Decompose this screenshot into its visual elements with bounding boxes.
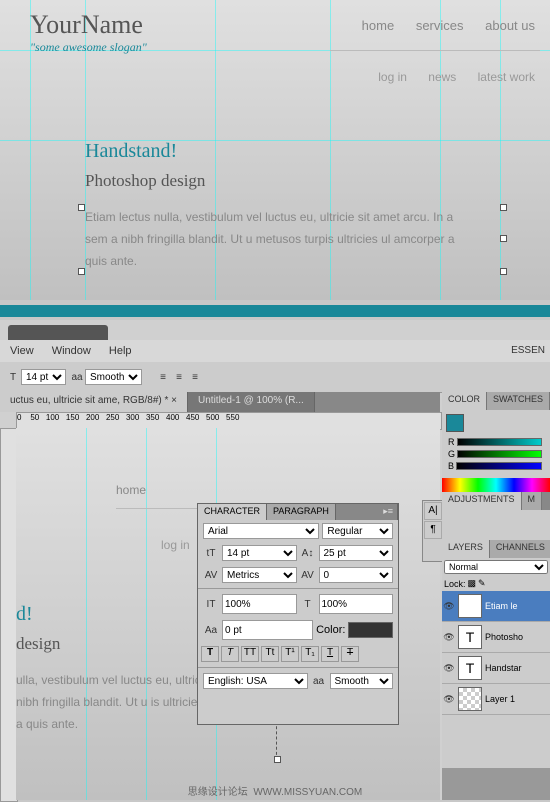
visibility-icon[interactable]: 👁	[443, 694, 455, 705]
nav2-login: log in	[161, 538, 190, 552]
watermark: 思缘设计论坛 WWW.MISSYUAN.COM	[0, 783, 550, 798]
headline: Handstand!	[85, 140, 465, 163]
doc-tab-2[interactable]: Untitled-1 @ 100% (R...	[188, 392, 315, 412]
align-center-icon[interactable]: ≡	[171, 372, 187, 383]
super-button[interactable]: T¹	[281, 646, 299, 662]
aa-label: aa	[69, 372, 85, 383]
fg-swatch[interactable]	[446, 414, 464, 432]
nav-news[interactable]: news	[428, 70, 456, 84]
g-slider[interactable]	[457, 450, 542, 458]
nav-about[interactable]: about us	[485, 18, 535, 33]
font-size-icon: T	[5, 372, 21, 383]
nav2-home: home	[116, 483, 146, 497]
logo-slogan: "some awesome slogan"	[30, 40, 147, 55]
align-right-icon[interactable]: ≡	[187, 372, 203, 383]
subheadline: Photoshop design	[85, 171, 465, 191]
menu-view[interactable]: View	[10, 345, 34, 357]
nav-secondary: log in news latest work	[360, 70, 535, 84]
content-block: Handstand! Photoshop design Etiam lectus…	[85, 140, 465, 272]
panel-icon-1[interactable]: A|	[424, 502, 442, 520]
divider-band	[0, 305, 550, 317]
hscale-input[interactable]	[319, 594, 394, 614]
visibility-icon[interactable]: 👁	[443, 601, 455, 612]
titlebar	[8, 325, 108, 340]
character-panel[interactable]: CHARACTER PARAGRAPH ▸≡ ArialRegular tT14…	[197, 503, 399, 725]
tab-masks[interactable]: M	[522, 492, 543, 510]
leading-select[interactable]: 25 pt	[319, 545, 394, 561]
color-label: Color:	[316, 624, 345, 636]
logo: YourName "some awesome slogan"	[30, 10, 147, 55]
caps-button[interactable]: TT	[241, 646, 259, 662]
nav-login[interactable]: log in	[378, 70, 407, 84]
aa-icon: aa	[311, 676, 327, 687]
nav-work[interactable]: latest work	[478, 70, 535, 84]
menu-help[interactable]: Help	[109, 345, 132, 357]
design-canvas-top: YourName "some awesome slogan" home serv…	[0, 0, 550, 300]
underline-button[interactable]: T	[321, 646, 339, 662]
smallcaps-button[interactable]: Tt	[261, 646, 279, 662]
panel-menu-icon[interactable]: ▸≡	[379, 504, 398, 520]
nav-main: home services about us	[344, 18, 535, 33]
language-select[interactable]: English: USA	[203, 673, 308, 689]
body-text[interactable]: Etiam lectus nulla, vestibulum vel luctu…	[85, 206, 465, 272]
logo-name: YourName	[30, 10, 147, 40]
leading-icon: A↕	[300, 548, 316, 559]
tab-color[interactable]: COLOR	[442, 392, 487, 410]
hue-ramp[interactable]	[442, 478, 550, 492]
color-swatch[interactable]	[348, 622, 393, 638]
lock-trans-icon[interactable]: ▩	[468, 578, 477, 589]
nav-home[interactable]: home	[362, 18, 395, 33]
kerning-select[interactable]: Metrics	[222, 567, 297, 583]
tab-channels[interactable]: CHANNELS	[490, 540, 550, 558]
panels-dock[interactable]: COLORSWATCHES R G B ADJUSTMENTSM LAYERSC…	[442, 392, 550, 800]
tracking-icon: AV	[300, 570, 316, 581]
visibility-icon[interactable]: 👁	[443, 663, 455, 674]
b-slider[interactable]	[456, 462, 542, 470]
baseline-icon: Aa	[203, 625, 219, 636]
tracking-select[interactable]: 0	[319, 567, 394, 583]
workspace-switcher[interactable]: ESSEN	[511, 340, 545, 362]
aa-select-panel[interactable]: Smooth	[330, 673, 394, 689]
align-left-icon[interactable]: ≡	[155, 372, 171, 383]
font-family-select[interactable]: Arial	[203, 523, 319, 539]
baseline-input[interactable]	[222, 620, 313, 640]
collapsed-panel-icons[interactable]: A| ¶	[422, 500, 444, 562]
bold-button[interactable]: T	[201, 646, 219, 662]
sub-button[interactable]: T₁	[301, 646, 319, 662]
strike-button[interactable]: T	[341, 646, 359, 662]
visibility-icon[interactable]: 👁	[443, 632, 455, 643]
panel-icon-2[interactable]: ¶	[424, 521, 442, 539]
blend-mode-select[interactable]: Normal	[444, 560, 548, 574]
kerning-icon: AV	[203, 570, 219, 581]
tab-character[interactable]: CHARACTER	[198, 504, 267, 520]
size-select[interactable]: 14 pt	[222, 545, 297, 561]
layer-row-4[interactable]: 👁Layer 1	[442, 684, 550, 715]
options-bar[interactable]: T 14 pt aa Smooth ≡ ≡ ≡	[0, 362, 550, 393]
menu-window[interactable]: Window	[52, 345, 91, 357]
font-size-select[interactable]: 14 pt	[21, 369, 66, 385]
vscale-input[interactable]	[222, 594, 297, 614]
layer-row-1[interactable]: 👁TEtiam le	[442, 591, 550, 622]
hscale-icon: T	[300, 599, 316, 610]
vscale-icon: IT	[203, 599, 219, 610]
r-slider[interactable]	[457, 438, 543, 446]
aa-select[interactable]: Smooth	[85, 369, 142, 385]
tab-layers[interactable]: LAYERS	[442, 540, 490, 558]
size-icon: tT	[203, 548, 219, 559]
tab-adjustments[interactable]: ADJUSTMENTS	[442, 492, 522, 510]
layer-row-3[interactable]: 👁THandstar	[442, 653, 550, 684]
layer-row-2[interactable]: 👁TPhotosho	[442, 622, 550, 653]
doc-tab-1[interactable]: uctus eu, ultricie sit ame, RGB/8#) * ×	[0, 392, 188, 412]
tab-paragraph[interactable]: PARAGRAPH	[267, 504, 336, 520]
font-style-select[interactable]: Regular	[322, 523, 393, 539]
menubar[interactable]: View Window Help	[0, 340, 550, 363]
document-tabs[interactable]: uctus eu, ultricie sit ame, RGB/8#) * × …	[0, 392, 440, 412]
lock-pixel-icon[interactable]: ✎	[478, 578, 486, 589]
nav-services[interactable]: services	[416, 18, 464, 33]
italic-button[interactable]: T	[221, 646, 239, 662]
tab-swatches[interactable]: SWATCHES	[487, 392, 550, 410]
